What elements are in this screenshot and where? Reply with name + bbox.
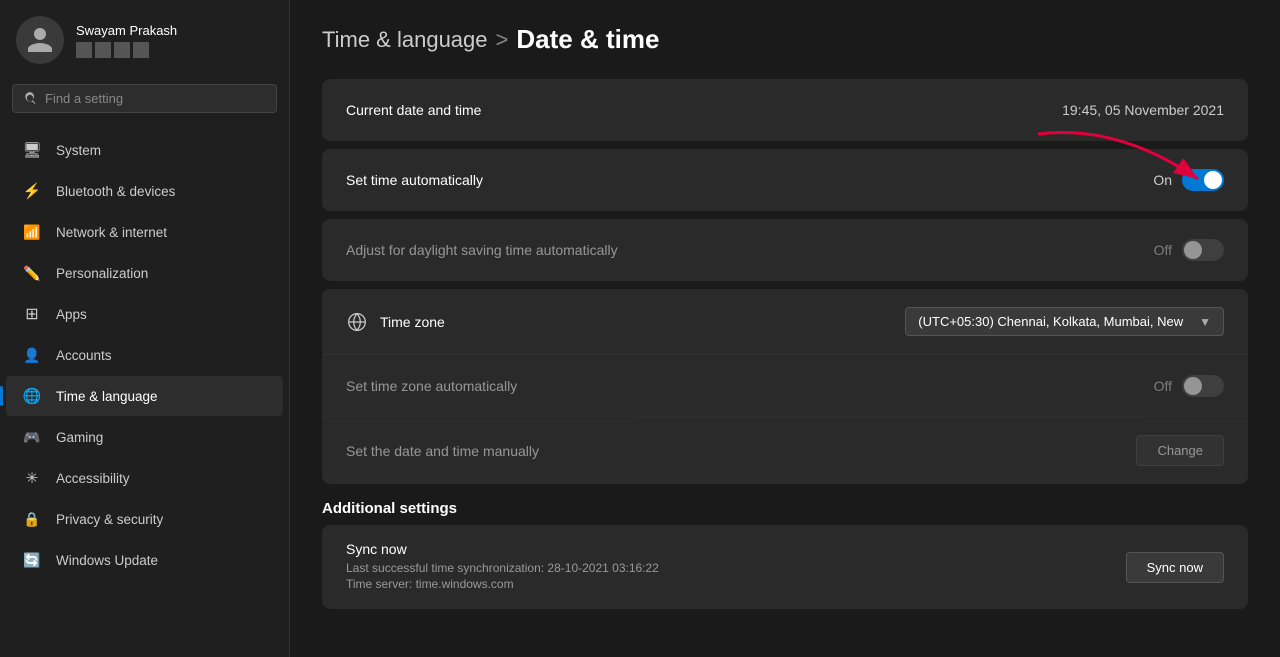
- accounts-icon: [22, 345, 42, 365]
- set-manual-label: Set the date and time manually: [346, 443, 1136, 459]
- sidebar-item-label: Windows Update: [56, 553, 158, 568]
- user-square-4: [133, 42, 149, 58]
- set-time-auto-row[interactable]: Set time automatically On: [322, 149, 1248, 211]
- accessibility-icon: [22, 468, 42, 488]
- sidebar-item-label: Network & internet: [56, 225, 167, 240]
- toggle-knob-daylight: [1184, 241, 1202, 259]
- nav-items: System Bluetooth & devices Network & int…: [0, 125, 289, 657]
- timezone-dropdown[interactable]: (UTC+05:30) Chennai, Kolkata, Mumbai, Ne…: [905, 307, 1224, 336]
- set-zone-auto-toggle[interactable]: [1182, 375, 1224, 397]
- user-square-2: [95, 42, 111, 58]
- sidebar-item-label: Privacy & security: [56, 512, 163, 527]
- set-zone-auto-row[interactable]: Set time zone automatically Off: [322, 355, 1248, 417]
- sidebar: Swayam Prakash System Bluetooth & device…: [0, 0, 290, 657]
- set-zone-auto-text: Off: [1154, 378, 1172, 394]
- change-button[interactable]: Change: [1136, 435, 1224, 466]
- daylight-text: Off: [1154, 242, 1172, 258]
- time-icon: [22, 386, 42, 406]
- search-box[interactable]: [12, 84, 277, 113]
- user-avatar-icon: [25, 25, 55, 55]
- sidebar-item-label: Bluetooth & devices: [56, 184, 175, 199]
- chevron-down-icon: ▼: [1199, 315, 1211, 329]
- sidebar-item-update[interactable]: Windows Update: [6, 540, 283, 580]
- page-title: Date & time: [516, 24, 659, 55]
- system-icon: [22, 140, 42, 160]
- avatar: [16, 16, 64, 64]
- update-icon: [22, 550, 42, 570]
- sidebar-item-label: Personalization: [56, 266, 148, 281]
- set-time-auto-value: On: [1153, 169, 1224, 191]
- daylight-value: Off: [1154, 239, 1224, 261]
- username: Swayam Prakash: [76, 23, 177, 38]
- date-time-section: Current date and time 19:45, 05 November…: [322, 79, 1248, 141]
- daylight-section: Adjust for daylight saving time automati…: [322, 219, 1248, 281]
- user-squares: [76, 42, 177, 58]
- toggle-knob: [1204, 171, 1222, 189]
- user-profile[interactable]: Swayam Prakash: [0, 0, 289, 76]
- sync-section: Sync now Last successful time synchroniz…: [322, 525, 1248, 609]
- timezone-label: Time zone: [346, 311, 905, 333]
- sidebar-item-label: Gaming: [56, 430, 103, 445]
- set-time-auto-text: On: [1153, 172, 1172, 188]
- set-time-auto-label: Set time automatically: [346, 172, 1153, 188]
- privacy-icon: [22, 509, 42, 529]
- timezone-section: Time zone (UTC+05:30) Chennai, Kolkata, …: [322, 289, 1248, 484]
- network-icon: [22, 222, 42, 242]
- breadcrumb-separator: >: [496, 27, 509, 53]
- sidebar-item-personalization[interactable]: Personalization: [6, 253, 283, 293]
- timezone-text: (UTC+05:30) Chennai, Kolkata, Mumbai, Ne…: [918, 314, 1183, 329]
- sync-info: Sync now Last successful time synchroniz…: [346, 541, 1126, 593]
- set-manual-value: Change: [1136, 435, 1224, 466]
- sync-row: Sync now Last successful time synchroniz…: [322, 525, 1248, 609]
- set-manual-row[interactable]: Set the date and time manually Change: [322, 417, 1248, 484]
- sidebar-item-accessibility[interactable]: Accessibility: [6, 458, 283, 498]
- sidebar-item-time[interactable]: Time & language: [6, 376, 283, 416]
- additional-settings-header: Additional settings: [322, 500, 1248, 517]
- set-time-auto-toggle[interactable]: [1182, 169, 1224, 191]
- main-content: Time & language > Date & time Current da…: [290, 0, 1280, 657]
- sidebar-item-apps[interactable]: Apps: [6, 294, 283, 334]
- sidebar-item-label: Apps: [56, 307, 87, 322]
- timezone-value: (UTC+05:30) Chennai, Kolkata, Mumbai, Ne…: [905, 307, 1224, 336]
- sidebar-item-label: Accessibility: [56, 471, 130, 486]
- search-icon: [23, 92, 37, 106]
- sidebar-item-label: System: [56, 143, 101, 158]
- breadcrumb: Time & language > Date & time: [322, 24, 1248, 55]
- set-zone-auto-label: Set time zone automatically: [346, 378, 1154, 394]
- sidebar-item-gaming[interactable]: Gaming: [6, 417, 283, 457]
- set-time-auto-section: Set time automatically On: [322, 149, 1248, 211]
- user-info: Swayam Prakash: [76, 23, 177, 58]
- apps-icon: [22, 304, 42, 324]
- sync-sub2: Time server: time.windows.com: [346, 577, 1126, 591]
- user-square-1: [76, 42, 92, 58]
- current-datetime-row: Current date and time 19:45, 05 November…: [322, 79, 1248, 141]
- current-datetime-label: Current date and time: [346, 102, 1062, 118]
- daylight-label: Adjust for daylight saving time automati…: [346, 242, 1154, 258]
- sidebar-item-label: Accounts: [56, 348, 112, 363]
- sidebar-item-privacy[interactable]: Privacy & security: [6, 499, 283, 539]
- daylight-toggle[interactable]: [1182, 239, 1224, 261]
- sync-sub1: Last successful time synchronization: 28…: [346, 561, 1126, 575]
- sidebar-item-system[interactable]: System: [6, 130, 283, 170]
- breadcrumb-parent[interactable]: Time & language: [322, 27, 488, 53]
- daylight-row[interactable]: Adjust for daylight saving time automati…: [322, 219, 1248, 281]
- personalization-icon: [22, 263, 42, 283]
- sidebar-item-label: Time & language: [56, 389, 158, 404]
- gaming-icon: [22, 427, 42, 447]
- bluetooth-icon: [22, 181, 42, 201]
- current-time-text: 19:45, 05 November 2021: [1062, 102, 1224, 118]
- set-zone-auto-value: Off: [1154, 375, 1224, 397]
- current-datetime-value: 19:45, 05 November 2021: [1062, 102, 1224, 118]
- sidebar-item-bluetooth[interactable]: Bluetooth & devices: [6, 171, 283, 211]
- user-square-3: [114, 42, 130, 58]
- search-input[interactable]: [45, 91, 266, 106]
- sync-now-button[interactable]: Sync now: [1126, 552, 1224, 583]
- timezone-icon: [346, 311, 368, 333]
- timezone-row[interactable]: Time zone (UTC+05:30) Chennai, Kolkata, …: [322, 289, 1248, 355]
- sync-title: Sync now: [346, 541, 1126, 557]
- toggle-knob-zone: [1184, 377, 1202, 395]
- sidebar-item-accounts[interactable]: Accounts: [6, 335, 283, 375]
- sidebar-item-network[interactable]: Network & internet: [6, 212, 283, 252]
